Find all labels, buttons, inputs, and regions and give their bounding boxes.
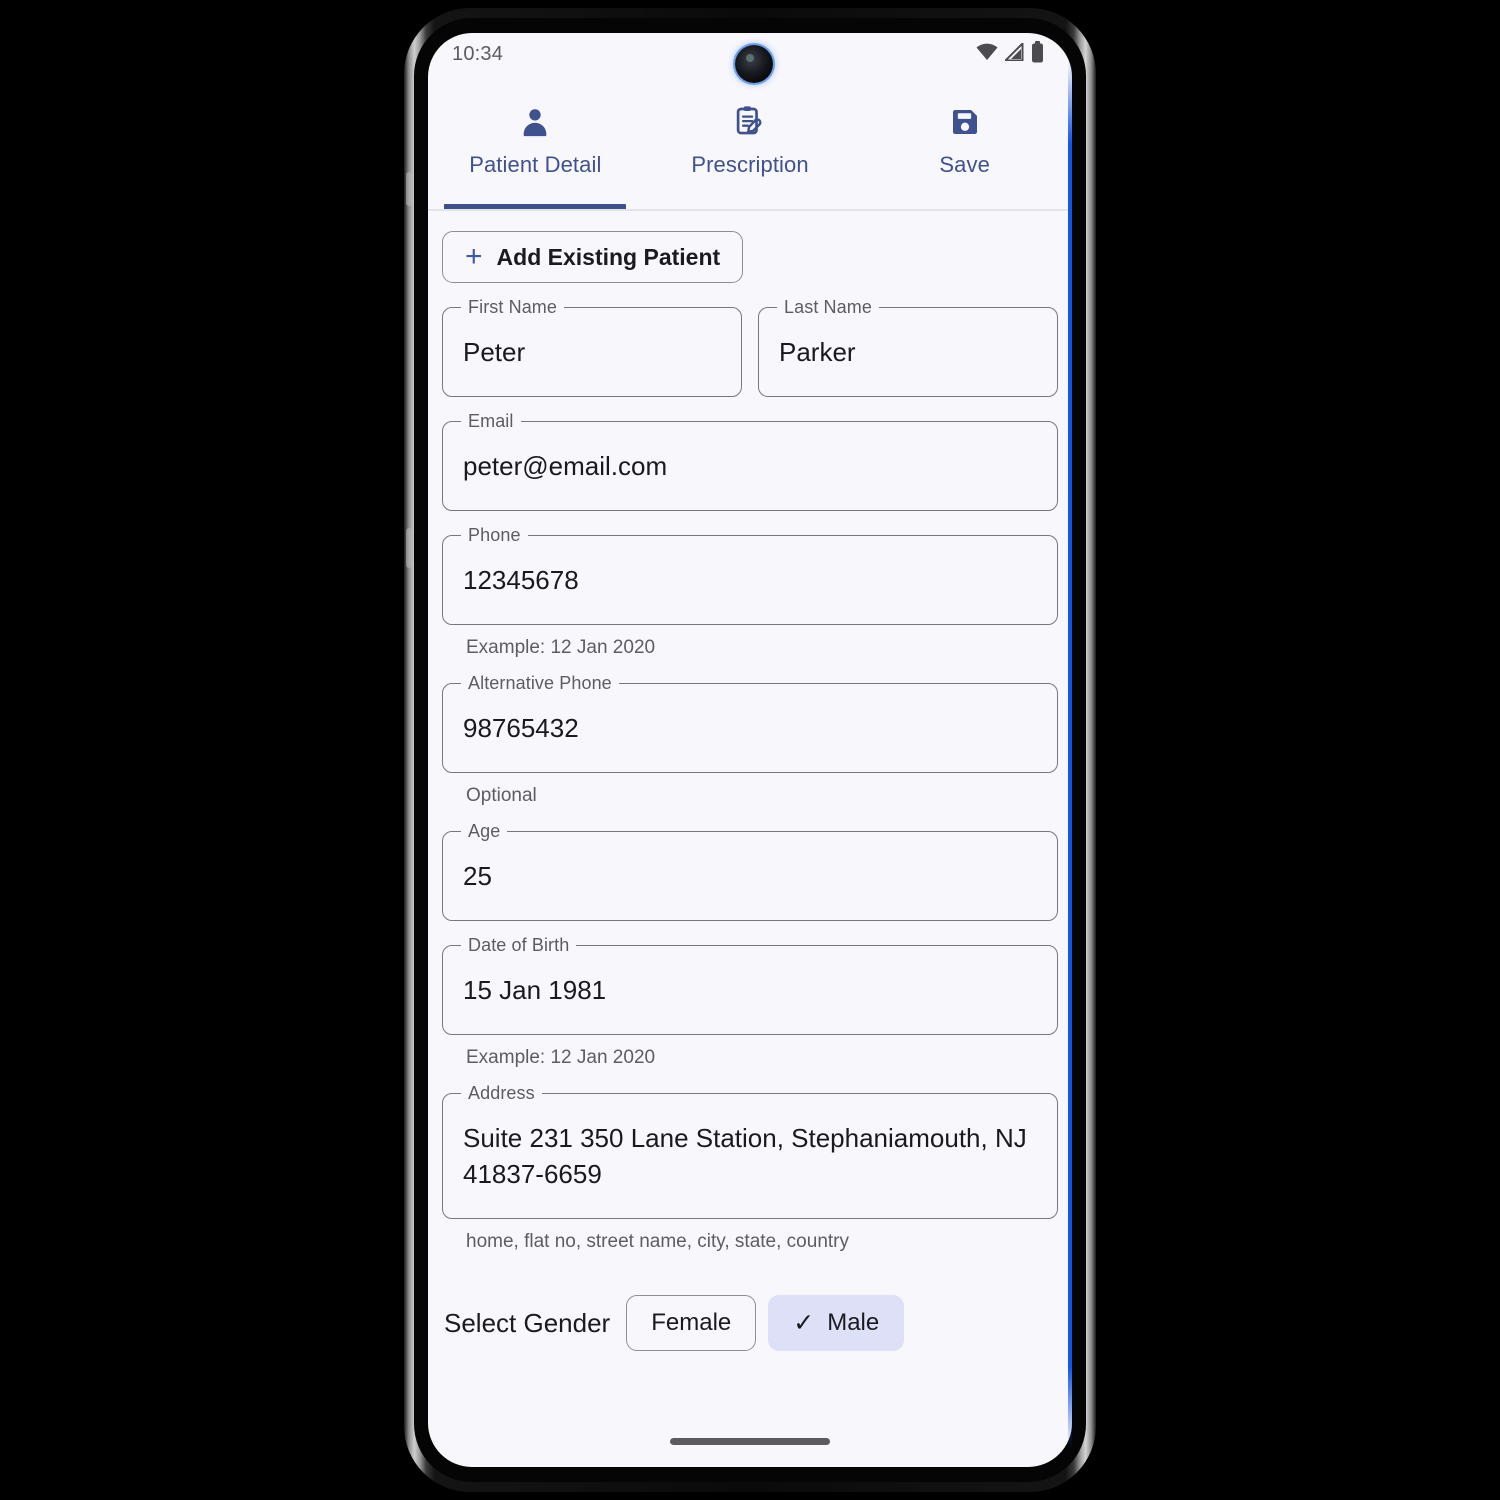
address-helper-text: home, flat no, street name, city, state,… [466,1231,849,1252]
alternative-phone-label: Alternative Phone [461,673,619,694]
field-date-of-birth[interactable]: Date of Birth 15 Jan 1981 [442,935,1058,1035]
field-first-name[interactable]: First Name Peter [442,297,742,397]
status-bar-clock: 10:34 [452,42,504,65]
age-value: 25 [463,861,492,892]
first-name-input[interactable]: First Name Peter [442,297,742,397]
tab-label-prescription: Prescription [691,152,809,177]
alternative-phone-input[interactable]: Alternative Phone 98765432 [442,673,1058,773]
tab-prescription[interactable]: Prescription [643,85,858,211]
first-name-label: First Name [461,297,565,318]
gender-chip-female-label: Female [651,1309,732,1336]
age-label: Age [461,821,508,842]
gender-selector: Select Gender Female ✓ Male [442,1295,1058,1351]
screen-edge-glow [1068,60,1072,1450]
address-value: Suite 231 350 Lane Station, Stephaniamou… [463,1123,1027,1189]
address-label: Address [461,1083,542,1104]
phone-helper-text: Example: 12 Jan 2020 [466,637,656,658]
volume-button[interactable] [406,172,412,206]
address-input[interactable]: Address Suite 231 350 Lane Station, Step… [442,1083,1058,1219]
cellular-signal-icon [1003,40,1024,66]
date-of-birth-helper-text: Example: 12 Jan 2020 [466,1047,656,1068]
patient-detail-form: + Add Existing Patient First Name Peter … [428,213,1072,1467]
status-bar-icons [976,40,1044,68]
tab-bar-divider [428,209,1072,211]
email-input[interactable]: Email peter@email.com [442,411,1058,511]
front-camera-punch-hole [735,45,773,83]
date-of-birth-value: 15 Jan 1981 [463,975,607,1006]
phone-screen: 10:34 Patient Detail Prescription Save +… [428,33,1072,1467]
tab-label-patient-detail: Patient Detail [469,152,602,177]
gender-chip-male[interactable]: ✓ Male [768,1295,905,1351]
floppy-disk-save-icon [949,101,981,143]
last-name-input[interactable]: Last Name Parker [758,297,1058,397]
gender-chip-male-label: Male [827,1309,880,1336]
phone-input[interactable]: Phone 12345678 [442,525,1058,625]
battery-icon [1031,40,1044,68]
tab-patient-detail[interactable]: Patient Detail [428,85,643,211]
plus-icon: + [465,240,483,273]
field-alternative-phone[interactable]: Alternative Phone 98765432 [442,673,1058,773]
field-age[interactable]: Age 25 [442,821,1058,921]
field-last-name[interactable]: Last Name Parker [758,297,1058,397]
wifi-icon [976,43,998,66]
tab-save[interactable]: Save [857,85,1072,211]
tab-bar: Patient Detail Prescription Save [428,85,1072,211]
date-of-birth-input[interactable]: Date of Birth 15 Jan 1981 [442,935,1058,1035]
tab-label-save: Save [939,152,990,177]
email-label: Email [461,411,521,432]
home-indicator[interactable] [670,1438,830,1445]
age-input[interactable]: Age 25 [442,821,1058,921]
check-icon: ✓ [793,1308,815,1337]
alternative-phone-helper-text: Optional [466,785,537,806]
power-button[interactable] [406,528,412,568]
name-row: First Name Peter Last Name Parker [442,283,1058,397]
add-existing-patient-label: Add Existing Patient [496,243,721,270]
last-name-label: Last Name [777,297,879,318]
email-value: peter@email.com [463,451,668,482]
phone-value: 12345678 [463,565,579,596]
add-existing-patient-button[interactable]: + Add Existing Patient [442,231,744,283]
person-icon [518,101,552,143]
field-address[interactable]: Address Suite 231 350 Lane Station, Step… [442,1083,1058,1219]
last-name-value: Parker [779,337,856,368]
alternative-phone-value: 98765432 [463,713,579,744]
date-of-birth-label: Date of Birth [461,935,577,956]
field-email[interactable]: Email peter@email.com [442,411,1058,511]
first-name-value: Peter [463,337,526,368]
phone-label: Phone [461,525,528,546]
select-gender-label: Select Gender [444,1307,611,1338]
gender-chip-female[interactable]: Female [626,1295,757,1351]
field-phone[interactable]: Phone 12345678 [442,525,1058,625]
clipboard-edit-icon [733,101,767,143]
